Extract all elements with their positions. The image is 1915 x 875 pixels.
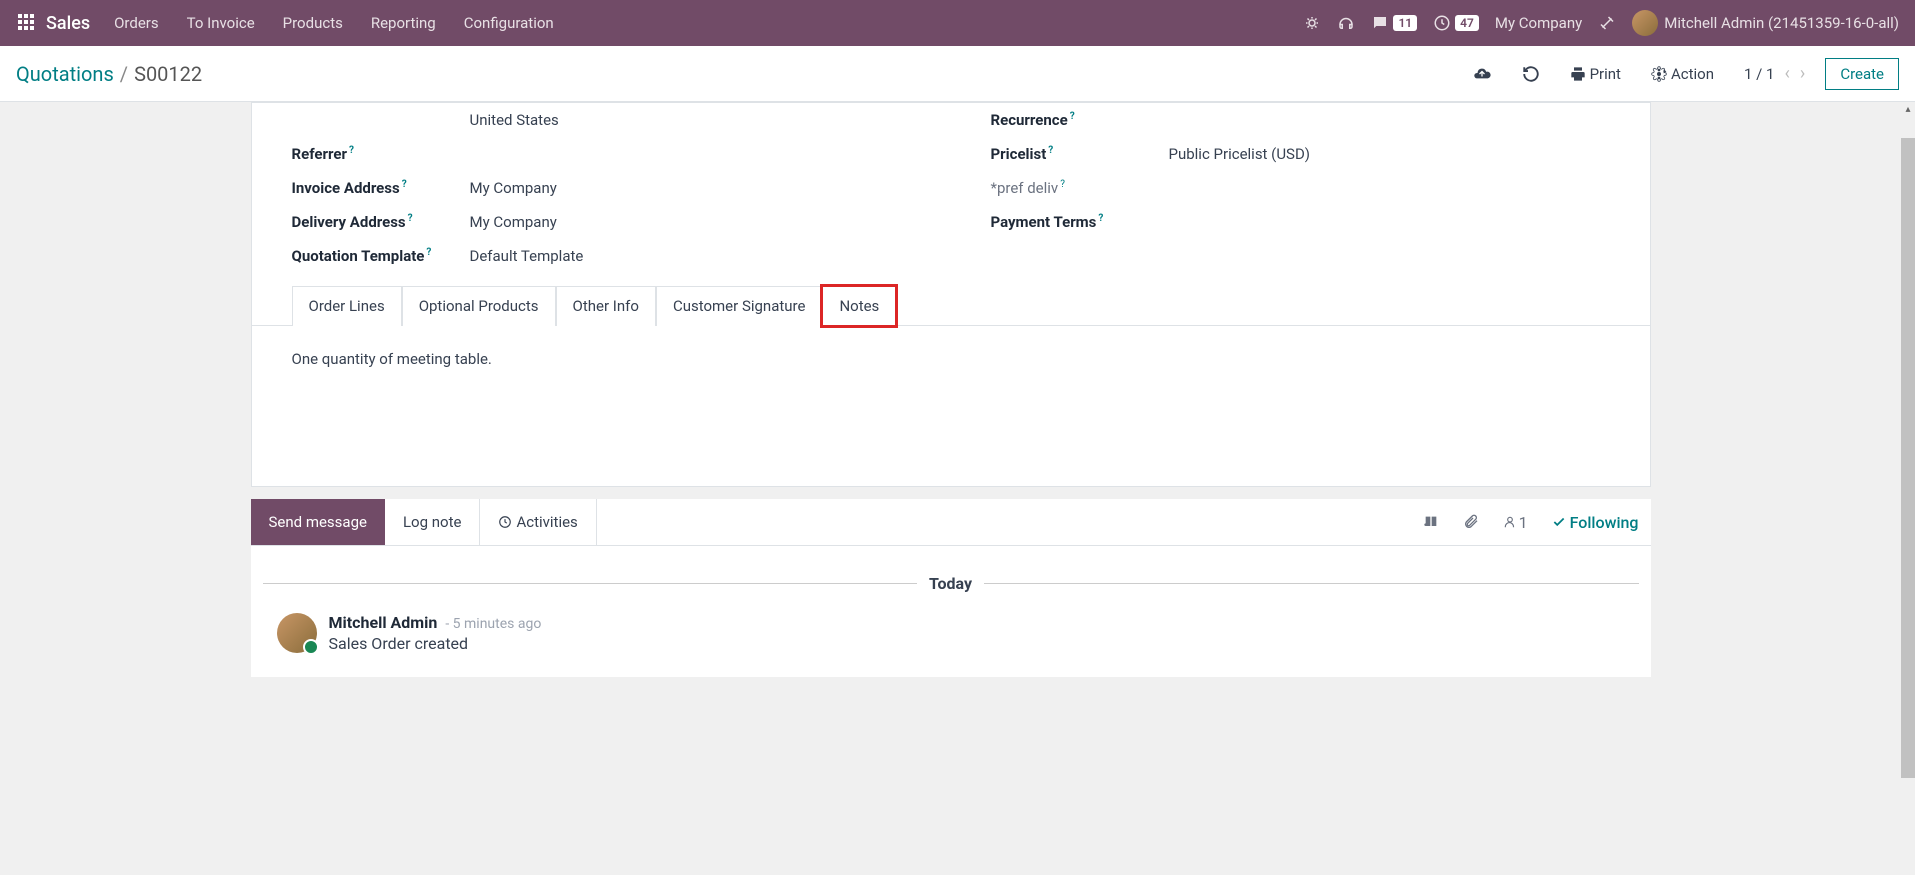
pricelist-value[interactable]: Public Pricelist (USD): [1169, 145, 1311, 163]
top-nav: Sales Orders To Invoice Products Reporti…: [0, 0, 1915, 46]
help-icon[interactable]: ?: [349, 145, 354, 156]
company-switcher[interactable]: My Company: [1495, 14, 1582, 32]
pager-prev-icon[interactable]: ‹: [1785, 63, 1790, 84]
menu-reporting[interactable]: Reporting: [371, 14, 436, 32]
menu-orders[interactable]: Orders: [114, 14, 159, 32]
followers-count[interactable]: 1: [1503, 513, 1528, 532]
tab-content-notes: One quantity of meeting table.: [252, 326, 1650, 446]
help-icon[interactable]: ?: [426, 247, 431, 258]
debug-icon[interactable]: [1303, 14, 1321, 32]
invoice-address-label: Invoice Address?: [292, 179, 470, 197]
avatar-icon: [277, 613, 317, 653]
app-name[interactable]: Sales: [46, 13, 90, 34]
apps-icon[interactable]: [18, 14, 36, 32]
message-time: - 5 minutes ago: [445, 616, 541, 632]
help-icon[interactable]: ?: [1060, 179, 1065, 190]
quotation-template-value[interactable]: Default Template: [470, 247, 584, 265]
tab-other-info[interactable]: Other Info: [556, 286, 656, 326]
form-sheet: United States Referrer? Invoice Address?…: [251, 102, 1651, 487]
help-icon[interactable]: ?: [402, 179, 407, 190]
breadcrumb: Quotations / S00122: [16, 62, 202, 86]
log-note-button[interactable]: Log note: [385, 499, 480, 545]
tab-order-lines[interactable]: Order Lines: [292, 286, 402, 326]
message: Mitchell Admin - 5 minutes ago Sales Ord…: [263, 609, 1639, 657]
date-separator: Today: [263, 574, 1639, 593]
scrollbar-track[interactable]: ▴: [1901, 102, 1915, 875]
help-icon[interactable]: ?: [1070, 111, 1075, 122]
breadcrumb-sep: /: [120, 62, 128, 86]
activities-badge: 47: [1455, 15, 1479, 31]
menu-products[interactable]: Products: [283, 14, 343, 32]
menu-configuration[interactable]: Configuration: [464, 14, 554, 32]
pager: 1 / 1 ‹ ›: [1744, 63, 1805, 84]
help-icon[interactable]: ?: [408, 213, 413, 224]
invoice-address-value[interactable]: My Company: [470, 179, 557, 197]
pager-next-icon[interactable]: ›: [1800, 63, 1805, 84]
message-text: Sales Order created: [329, 634, 542, 653]
shipping-country[interactable]: United States: [470, 111, 559, 129]
chatter: Send message Log note Activities 1 Follo…: [251, 499, 1651, 677]
tab-optional-products[interactable]: Optional Products: [402, 286, 556, 326]
user-avatar-icon: [1632, 10, 1658, 36]
activities-button[interactable]: Activities: [480, 499, 596, 545]
print-button[interactable]: Print: [1570, 65, 1621, 83]
user-menu[interactable]: Mitchell Admin (21451359-16-0-all): [1632, 10, 1899, 36]
breadcrumb-current: S00122: [134, 62, 202, 86]
following-button[interactable]: Following: [1552, 513, 1639, 532]
send-message-button[interactable]: Send message: [251, 499, 385, 545]
pricelist-label: Pricelist?: [991, 145, 1169, 163]
attachment-icon[interactable]: [1463, 514, 1479, 530]
messaging-icon[interactable]: 11: [1371, 14, 1417, 32]
breadcrumb-root[interactable]: Quotations: [16, 62, 114, 86]
menu-to-invoice[interactable]: To Invoice: [187, 14, 255, 32]
action-button[interactable]: Action: [1651, 65, 1714, 83]
help-icon[interactable]: ?: [1098, 213, 1103, 224]
messaging-badge: 11: [1393, 15, 1417, 31]
tab-customer-signature[interactable]: Customer Signature: [656, 286, 823, 326]
tab-notes[interactable]: Notes: [822, 286, 896, 326]
referrer-label: Referrer?: [292, 145, 470, 163]
notebook-tabs: Order Lines Optional Products Other Info…: [252, 285, 1650, 326]
support-icon[interactable]: [1337, 14, 1355, 32]
book-icon[interactable]: [1423, 514, 1439, 530]
payment-terms-label: Payment Terms?: [991, 213, 1169, 231]
delivery-address-value[interactable]: My Company: [470, 213, 557, 231]
create-button[interactable]: Create: [1825, 58, 1899, 90]
message-author[interactable]: Mitchell Admin: [329, 613, 438, 632]
scrollbar-thumb[interactable]: [1901, 138, 1915, 778]
pager-value[interactable]: 1 / 1: [1744, 65, 1775, 83]
recurrence-label: Recurrence?: [991, 111, 1169, 129]
activities-icon[interactable]: 47: [1433, 14, 1479, 32]
pref-deliv-label: *pref deliv?: [991, 179, 1169, 197]
tools-icon[interactable]: [1598, 14, 1616, 32]
discard-icon[interactable]: [1522, 65, 1540, 83]
quotation-template-label: Quotation Template?: [292, 247, 470, 265]
help-icon[interactable]: ?: [1048, 145, 1053, 156]
user-name: Mitchell Admin (21451359-16-0-all): [1664, 14, 1899, 32]
scroll-up-icon[interactable]: ▴: [1901, 102, 1915, 116]
notes-text[interactable]: One quantity of meeting table.: [292, 350, 1610, 368]
delivery-address-label: Delivery Address?: [292, 213, 470, 231]
cloud-upload-icon[interactable]: [1472, 64, 1492, 84]
control-panel: Quotations / S00122 Print Action 1 / 1 ‹…: [0, 46, 1915, 102]
main-scroll[interactable]: United States Referrer? Invoice Address?…: [0, 102, 1901, 875]
